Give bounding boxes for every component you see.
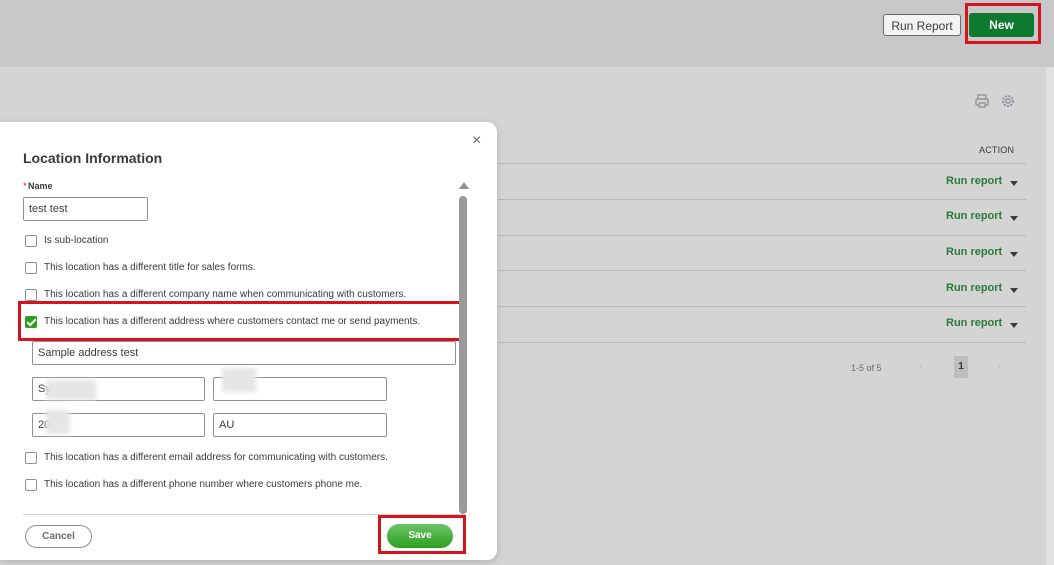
- chevron-down-icon[interactable]: [1010, 288, 1018, 293]
- company-name-checkbox[interactable]: [25, 289, 37, 301]
- row-run-report-link[interactable]: Run report: [946, 210, 1002, 222]
- pagination-next[interactable]: ›: [997, 361, 1001, 373]
- scroll-up-arrow[interactable]: [459, 182, 469, 189]
- checkbox-label: This location has a different company na…: [44, 289, 407, 300]
- row-divider: [498, 342, 1026, 343]
- highlight-save: [378, 515, 466, 554]
- checkbox-label: This location has a different phone numb…: [44, 479, 363, 490]
- gear-icon[interactable]: [1000, 93, 1016, 109]
- row-divider: [498, 306, 1026, 307]
- chevron-down-icon[interactable]: [1010, 252, 1018, 257]
- dialog-title: Location Information: [23, 150, 163, 166]
- row-divider: [498, 235, 1026, 236]
- redacted-blur: [46, 410, 70, 434]
- phone-number-checkbox[interactable]: [25, 479, 37, 491]
- page-scrollbar[interactable]: [1046, 67, 1054, 565]
- redacted-blur: [222, 368, 256, 392]
- row-run-report-link[interactable]: Run report: [946, 175, 1002, 187]
- highlight-address-checkbox: [18, 301, 464, 341]
- checkbox-label: This location has a different email addr…: [44, 452, 388, 463]
- sub-location-checkbox[interactable]: [25, 235, 37, 247]
- print-icon[interactable]: [974, 93, 990, 109]
- row-divider: [498, 270, 1026, 271]
- row-run-report-link[interactable]: Run report: [946, 282, 1002, 294]
- row-divider: [498, 163, 1026, 164]
- checkbox-label: Is sub-location: [44, 235, 109, 246]
- street-address-input[interactable]: [32, 341, 456, 365]
- sales-forms-title-checkbox[interactable]: [25, 262, 37, 274]
- email-address-checkbox[interactable]: [25, 452, 37, 464]
- redacted-blur: [46, 380, 96, 400]
- highlight-new: [965, 3, 1041, 44]
- chevron-down-icon[interactable]: [1010, 323, 1018, 328]
- pagination-prev[interactable]: ‹: [919, 361, 923, 373]
- row-run-report-link[interactable]: Run report: [946, 246, 1002, 258]
- name-label: Name: [28, 181, 53, 191]
- close-icon[interactable]: ×: [472, 132, 481, 150]
- column-header-action: ACTION: [979, 145, 1015, 155]
- chevron-down-icon[interactable]: [1010, 216, 1018, 221]
- required-mark: *: [23, 181, 27, 191]
- cancel-button[interactable]: Cancel: [25, 525, 92, 548]
- pagination-range: 1-5 of 5: [851, 363, 882, 373]
- country-input[interactable]: [213, 413, 387, 437]
- dialog-scrollbar[interactable]: [459, 196, 467, 514]
- row-divider: [498, 199, 1026, 200]
- run-report-button[interactable]: Run Report: [883, 14, 961, 36]
- name-input[interactable]: [23, 197, 148, 221]
- chevron-down-icon[interactable]: [1010, 181, 1018, 186]
- pagination-current-page[interactable]: 1: [954, 356, 968, 378]
- row-run-report-link[interactable]: Run report: [946, 317, 1002, 329]
- checkbox-label: This location has a different title for …: [44, 262, 256, 273]
